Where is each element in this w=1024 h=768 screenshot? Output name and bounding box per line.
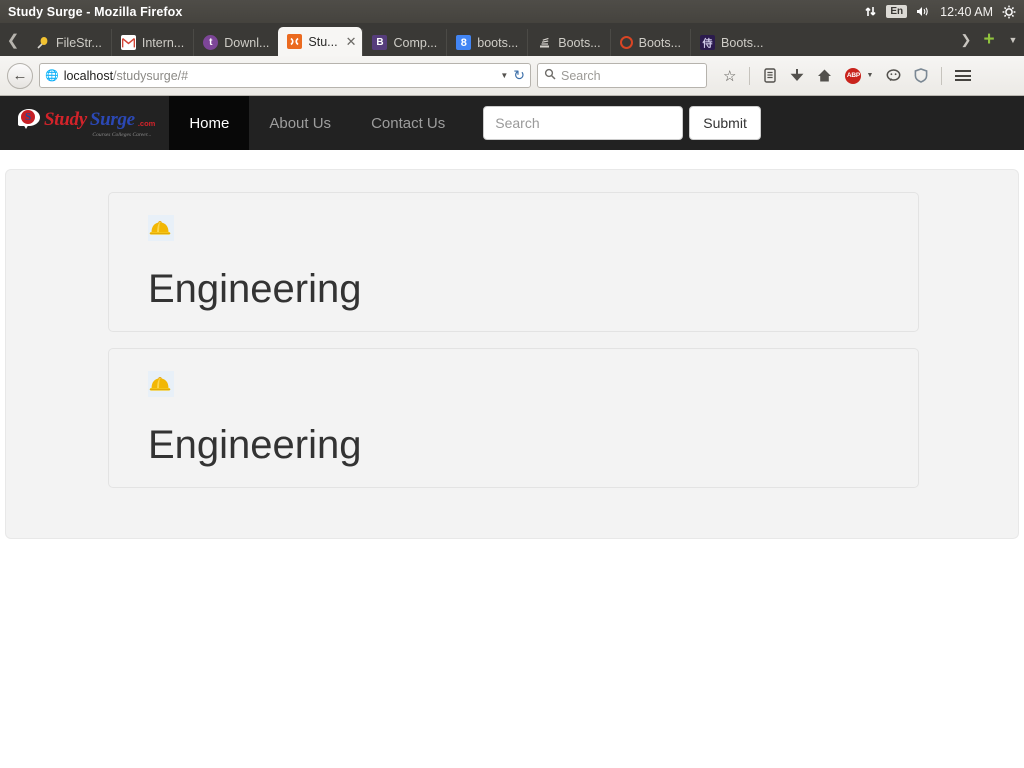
browser-tab[interactable]: B Comp... (362, 29, 446, 56)
ring-icon (619, 36, 633, 49)
chevron-right-icon[interactable]: ❯ (956, 23, 976, 56)
filestr-icon (35, 35, 50, 50)
card-title: Engineering (148, 423, 362, 467)
site-search-form: Submit (483, 96, 761, 150)
japanese-icon: 侍 (700, 35, 716, 50)
web-page-content: S Study Surge .com Courses Colleges Care… (0, 96, 1024, 743)
volume-icon[interactable] (916, 5, 931, 18)
window-title: Study Surge - Mozilla Firefox (8, 4, 183, 19)
site-nav-links: Home About Us Contact Us (169, 96, 465, 150)
url-text: localhost/studysurge/# (64, 69, 496, 83)
brand-name-part1: Study (44, 108, 87, 130)
tab-label: Stu... (308, 34, 338, 49)
card-title: Engineering (148, 267, 362, 311)
chat-icon[interactable] (886, 68, 901, 83)
chevron-left-icon[interactable]: ❮ (0, 23, 26, 56)
google-8-icon: 8 (456, 35, 472, 50)
menu-hamburger-icon[interactable] (955, 70, 972, 81)
browser-tabstrip: ❮ FileStr... Intern... t Downl... Stu...… (0, 23, 1024, 56)
tab-label: Intern... (141, 35, 185, 50)
brand-tagline: Courses Colleges Career... (92, 131, 152, 138)
tab-label: Boots... (638, 35, 682, 50)
close-icon[interactable]: ✕ (346, 34, 357, 50)
gmail-icon (120, 35, 136, 50)
stackoverflow-icon (537, 35, 552, 50)
chevron-down-icon[interactable]: ▼ (500, 71, 508, 80)
site-logo[interactable]: S Study Surge .com Courses Colleges Care… (0, 96, 169, 150)
system-clock[interactable]: 12:40 AM (940, 5, 993, 19)
toolbar-divider (749, 66, 751, 85)
nav-link-contact-us[interactable]: Contact Us (351, 96, 465, 150)
search-icon (544, 67, 556, 85)
url-path: /studysurge/# (113, 68, 189, 83)
bookmark-star-icon[interactable]: ☆ (723, 67, 736, 85)
search-input[interactable] (483, 106, 684, 140)
site-navbar: S Study Surge .com Courses Colleges Care… (0, 96, 1024, 150)
back-arrow-icon[interactable]: ← (7, 62, 33, 89)
url-bar[interactable]: 🌐 localhost/studysurge/# ▼ ↻ (39, 63, 531, 88)
browser-tab-active[interactable]: Stu... ✕ (278, 27, 363, 56)
browser-tab[interactable]: FileStr... (26, 29, 111, 56)
system-tray: En 12:40 AM (864, 5, 1016, 19)
network-arrows-icon[interactable] (864, 5, 877, 18)
gear-icon[interactable] (1002, 5, 1016, 19)
tab-label: Boots... (558, 35, 601, 50)
url-host: localhost (63, 68, 114, 83)
plus-icon[interactable]: + (976, 23, 1002, 56)
category-card[interactable]: Engineering (108, 192, 919, 332)
nav-link-home[interactable]: Home (169, 96, 250, 150)
browser-tab[interactable]: Intern... (110, 29, 193, 56)
hard-hat-icon (148, 371, 174, 397)
toolbar-divider (941, 66, 943, 85)
browser-tab[interactable]: Boots... (527, 29, 609, 56)
tab-label: Comp... (393, 35, 438, 50)
toolbar-icon-group: ☆ ABP ▼ (723, 66, 972, 85)
tab-list: FileStr... Intern... t Downl... Stu... ✕… (26, 23, 956, 56)
submit-button[interactable]: Submit (689, 106, 761, 140)
bootstrap-b-icon: B (372, 35, 388, 50)
browser-tab[interactable]: Boots... (609, 29, 690, 56)
home-icon[interactable] (817, 68, 832, 83)
chevron-down-icon[interactable]: ▼ (1002, 23, 1024, 56)
browser-tab[interactable]: t Downl... (193, 29, 278, 56)
logo-letter: S (21, 110, 35, 124)
tab-label: Boots... (721, 35, 764, 50)
xampp-icon (287, 34, 303, 49)
keyboard-layout-indicator[interactable]: En (886, 5, 908, 18)
browser-navigation-toolbar: ← 🌐 localhost/studysurge/# ▼ ↻ Search ☆ (0, 56, 1024, 96)
tab-label: boots... (477, 35, 519, 50)
nav-link-about-us[interactable]: About Us (249, 96, 351, 150)
brand-tld: .com (137, 118, 156, 128)
speech-bubble-s-icon: S (18, 109, 41, 130)
download-icon[interactable] (790, 68, 804, 83)
hard-hat-icon (148, 215, 174, 241)
content-panel: Engineering Engineering (5, 169, 1019, 539)
category-card[interactable]: Engineering (108, 348, 919, 488)
globe-icon: 🌐 (45, 70, 59, 82)
browser-tab[interactable]: 8 boots... (446, 29, 527, 56)
adblock-dropdown-icon[interactable]: ▼ (866, 72, 873, 79)
tab-label: Downl... (224, 35, 270, 50)
adblock-plus-icon[interactable]: ABP (845, 67, 862, 84)
tor-icon: t (203, 35, 219, 50)
browser-tab[interactable]: 侍 Boots... (690, 29, 772, 56)
brand-name-part2: Surge (89, 108, 135, 130)
os-titlebar: Study Surge - Mozilla Firefox En 12:40 A… (0, 0, 1024, 23)
reader-list-icon[interactable] (763, 68, 777, 83)
browser-search-placeholder: Search (561, 68, 601, 83)
tab-label: FileStr... (56, 35, 102, 50)
shield-icon[interactable] (914, 68, 928, 83)
reload-icon[interactable]: ↻ (513, 67, 525, 84)
browser-search-box[interactable]: Search (537, 63, 707, 88)
logo-row: S Study Surge .com (18, 109, 155, 131)
